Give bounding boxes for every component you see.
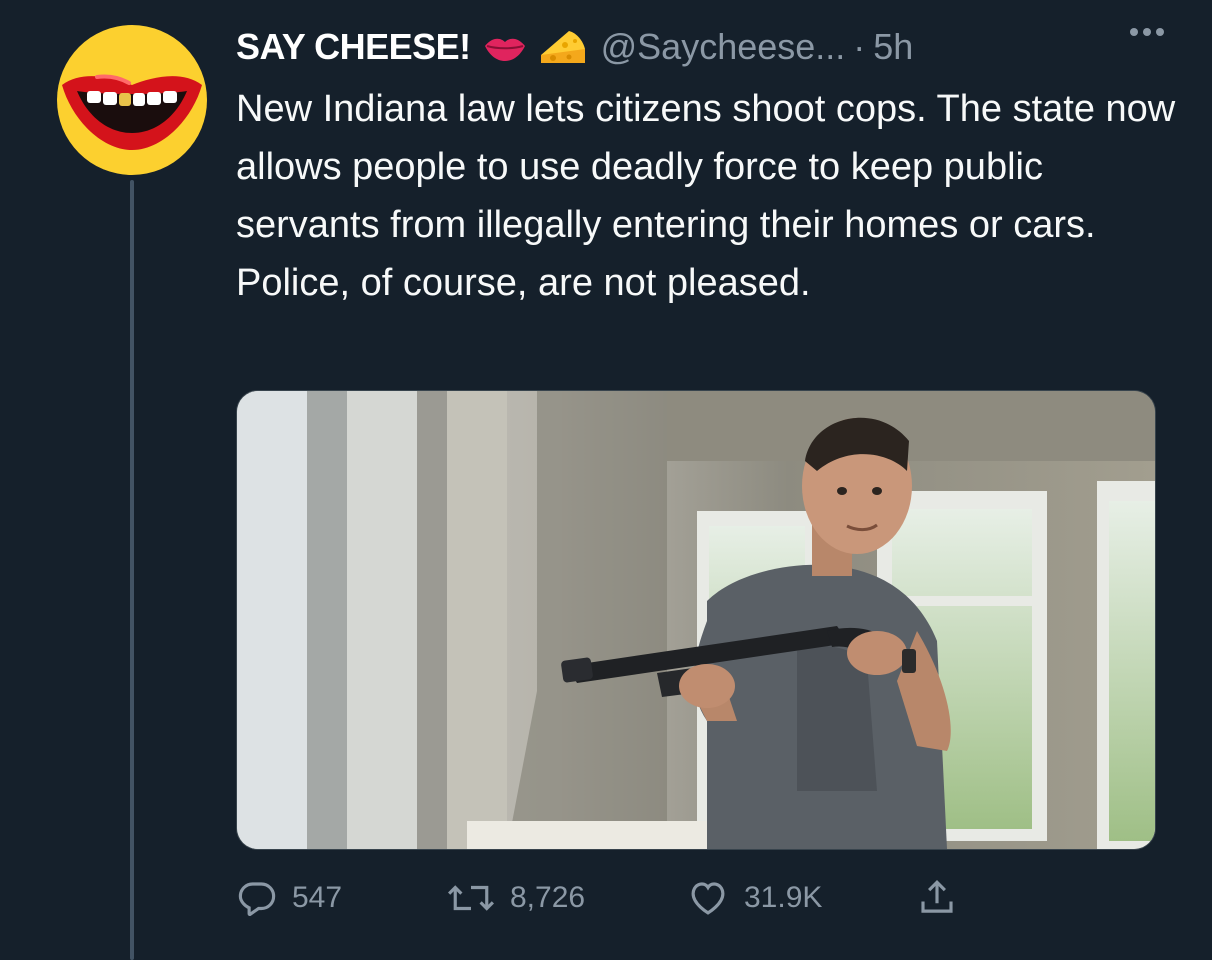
retweet-count: 8,726 (510, 881, 586, 914)
timestamp[interactable]: 5h (873, 26, 913, 68)
reply-count: 547 (292, 881, 343, 914)
say-cheese-logo (62, 74, 202, 150)
reply-button[interactable]: 547 (236, 877, 446, 919)
like-count: 31.9K (744, 881, 823, 914)
like-button[interactable]: 31.9K (686, 877, 916, 919)
tweet-text: New Indiana law lets citizens shoot cops… (236, 88, 1176, 304)
thread-line (130, 180, 134, 960)
handle[interactable]: @Saycheese... (601, 26, 846, 68)
reply-icon (238, 882, 276, 916)
heart-icon (691, 882, 725, 915)
tweet-actions: 547 8,726 31.9K (236, 868, 996, 928)
man-holding-shotgun-photo (237, 391, 1155, 849)
display-name[interactable]: SAY CHEESE! (236, 26, 471, 68)
cheese-emoji (539, 27, 587, 67)
separator: · (853, 26, 866, 67)
tweet-avatar[interactable] (57, 25, 207, 175)
lips-emoji (483, 32, 527, 62)
more-icon[interactable] (1130, 28, 1164, 36)
share-icon (921, 880, 953, 913)
retweet-button[interactable]: 8,726 (446, 877, 686, 919)
tweet-media[interactable] (236, 390, 1156, 850)
share-button[interactable] (916, 877, 958, 919)
tweet-header: SAY CHEESE! @Saycheese... · 5h (236, 22, 1164, 72)
retweet-icon (448, 885, 494, 911)
